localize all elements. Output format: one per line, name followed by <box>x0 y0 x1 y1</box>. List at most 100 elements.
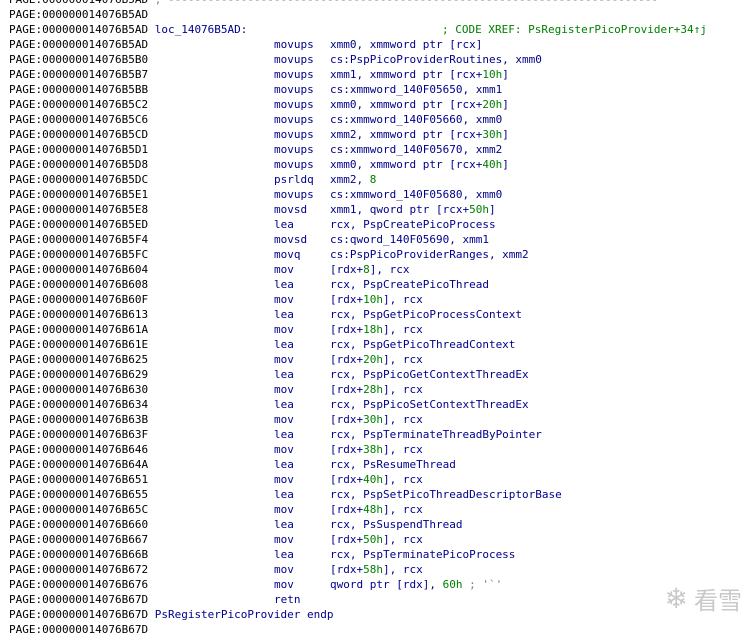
address[interactable]: PAGE:000000014076B65C <box>9 503 148 516</box>
operands[interactable]: rcx, PspTerminateThreadByPointer <box>330 427 542 442</box>
operands[interactable]: rcx, PspGetPicoProcessContext <box>330 307 522 322</box>
address[interactable]: PAGE:000000014076B61A <box>9 323 148 336</box>
address[interactable]: PAGE:000000014076B604 <box>9 263 148 276</box>
operands[interactable]: [rdx+58h], rcx <box>330 562 423 577</box>
operands[interactable]: [rdx+50h], rcx <box>330 532 423 547</box>
operands[interactable]: cs:xmmword_140F05660, xmm0 <box>330 112 502 127</box>
listing-line[interactable]: PAGE:000000014076B5ED lea rcx, PspCreatePi… <box>9 217 754 232</box>
operands[interactable]: rcx, PspCreatePicoThread <box>330 277 489 292</box>
operands[interactable]: cs:xmmword_140F05680, xmm0 <box>330 187 502 202</box>
address[interactable]: PAGE:000000014076B672 <box>9 563 148 576</box>
address[interactable]: PAGE:000000014076B5C2 <box>9 98 148 111</box>
listing-line[interactable]: PAGE:000000014076B667 mov [rdx+50h], rcx <box>9 532 754 547</box>
listing-line[interactable]: PAGE:000000014076B613 lea rcx, PspGetPicoP… <box>9 307 754 322</box>
listing-line[interactable]: PAGE:000000014076B66B lea rcx, PspTerminat… <box>9 547 754 562</box>
operands[interactable]: xmm0, xmmword ptr [rcx] <box>330 37 482 52</box>
listing-line[interactable]: PAGE:000000014076B660 lea rcx, PsSuspendTh… <box>9 517 754 532</box>
address[interactable]: PAGE:000000014076B608 <box>9 278 148 291</box>
listing-line[interactable]: PAGE:000000014076B5D1 movups cs:xmmword_14… <box>9 142 754 157</box>
address[interactable]: PAGE:000000014076B630 <box>9 383 148 396</box>
operands[interactable]: xmm0, xmmword ptr [rcx+20h] <box>330 97 509 112</box>
address[interactable]: PAGE:000000014076B5F4 <box>9 233 148 246</box>
operands[interactable]: [rdx+38h], rcx <box>330 442 423 457</box>
operands[interactable]: [rdx+20h], rcx <box>330 352 423 367</box>
address[interactable]: PAGE:000000014076B5CD <box>9 128 148 141</box>
listing-line[interactable]: PAGE:000000014076B67D PsRegisterPicoProv… <box>9 607 754 622</box>
address[interactable]: PAGE:000000014076B667 <box>9 533 148 546</box>
listing-line[interactable]: PAGE:000000014076B655 lea rcx, PspSetPicoT… <box>9 487 754 502</box>
operands[interactable]: cs:PspPicoProviderRoutines, xmm0 <box>330 52 542 67</box>
address[interactable]: PAGE:000000014076B5ED <box>9 218 148 231</box>
operands[interactable]: [rdx+18h], rcx <box>330 322 423 337</box>
operands[interactable]: [rdx+48h], rcx <box>330 502 423 517</box>
listing-line[interactable]: PAGE:000000014076B608 lea rcx, PspCreatePi… <box>9 277 754 292</box>
operands[interactable]: xmm1, qword ptr [rcx+50h] <box>330 202 496 217</box>
address[interactable]: PAGE:000000014076B5AD <box>9 8 148 21</box>
listing-line[interactable]: PAGE:000000014076B61A mov [rdx+18h], rcx <box>9 322 754 337</box>
listing-line[interactable]: PAGE:000000014076B5E8 movsd xmm1, qword pt… <box>9 202 754 217</box>
listing-line[interactable]: PAGE:000000014076B5AD loc_14076B5AD: ; CO… <box>9 22 754 37</box>
operands[interactable]: [rdx+8], rcx <box>330 262 410 277</box>
address[interactable]: PAGE:000000014076B5BB <box>9 83 148 96</box>
address[interactable]: PAGE:000000014076B5D8 <box>9 158 148 171</box>
operands[interactable]: rcx, PspPicoSetContextThreadEx <box>330 397 529 412</box>
listing-line[interactable]: PAGE:000000014076B5B7 movups xmm1, xmmword… <box>9 67 754 82</box>
address[interactable]: PAGE:000000014076B5AD <box>9 23 148 36</box>
address[interactable]: PAGE:000000014076B5AD <box>9 0 148 6</box>
operands[interactable]: [rdx+40h], rcx <box>330 472 423 487</box>
listing-line[interactable]: PAGE:000000014076B629 lea rcx, PspPicoGetC… <box>9 367 754 382</box>
operands[interactable]: rcx, PspCreatePicoProcess <box>330 217 496 232</box>
address[interactable]: PAGE:000000014076B5B7 <box>9 68 148 81</box>
listing-line[interactable]: PAGE:000000014076B60F mov [rdx+10h], rcx <box>9 292 754 307</box>
operands[interactable]: [rdx+28h], rcx <box>330 382 423 397</box>
listing-line[interactable]: PAGE:000000014076B5C6 movups cs:xmmword_14… <box>9 112 754 127</box>
listing-line[interactable]: PAGE:000000014076B676 mov qword ptr [rdx],… <box>9 577 754 592</box>
address[interactable]: PAGE:000000014076B5E1 <box>9 188 148 201</box>
address[interactable]: PAGE:000000014076B61E <box>9 338 148 351</box>
listing-line[interactable]: PAGE:000000014076B5E1 movups cs:xmmword_14… <box>9 187 754 202</box>
address[interactable]: PAGE:000000014076B676 <box>9 578 148 591</box>
address[interactable]: PAGE:000000014076B60F <box>9 293 148 306</box>
operands[interactable]: [rdx+10h], rcx <box>330 292 423 307</box>
address[interactable]: PAGE:000000014076B64A <box>9 458 148 471</box>
listing-line[interactable]: PAGE:000000014076B65C mov [rdx+48h], rcx <box>9 502 754 517</box>
listing-line[interactable]: PAGE:000000014076B64A lea rcx, PsResumeThr… <box>9 457 754 472</box>
address[interactable]: PAGE:000000014076B613 <box>9 308 148 321</box>
listing-line[interactable]: PAGE:000000014076B630 mov [rdx+28h], rcx <box>9 382 754 397</box>
operands[interactable]: rcx, PspTerminatePicoProcess <box>330 547 515 562</box>
listing-line[interactable]: PAGE:000000014076B5F4 movsd cs:qword_140F0… <box>9 232 754 247</box>
listing-line[interactable]: PAGE:000000014076B67D retn <box>9 592 754 607</box>
listing-line[interactable]: PAGE:000000014076B5AD ; ----------------… <box>9 0 754 7</box>
listing-line[interactable]: PAGE:000000014076B67D <box>9 622 754 637</box>
operands[interactable]: cs:xmmword_140F05650, xmm1 <box>330 82 502 97</box>
operands[interactable]: rcx, PsSuspendThread <box>330 517 462 532</box>
address[interactable]: PAGE:000000014076B651 <box>9 473 148 486</box>
operands[interactable]: rcx, PspGetPicoThreadContext <box>330 337 515 352</box>
address[interactable]: PAGE:000000014076B5B0 <box>9 53 148 66</box>
address[interactable]: PAGE:000000014076B5E8 <box>9 203 148 216</box>
address[interactable]: PAGE:000000014076B67D <box>9 623 148 636</box>
operands[interactable]: qword ptr [rdx], 60h ; '`' <box>330 577 502 592</box>
address[interactable]: PAGE:000000014076B67D <box>9 593 148 606</box>
listing-line[interactable]: PAGE:000000014076B5DC psrldq xmm2, 8 <box>9 172 754 187</box>
address[interactable]: PAGE:000000014076B67D <box>9 608 148 621</box>
listing-line[interactable]: PAGE:000000014076B625 mov [rdx+20h], rcx <box>9 352 754 367</box>
operands[interactable]: cs:xmmword_140F05670, xmm2 <box>330 142 502 157</box>
address[interactable]: PAGE:000000014076B646 <box>9 443 148 456</box>
operands[interactable]: xmm2, 8 <box>330 172 376 187</box>
operands[interactable]: cs:PspPicoProviderRanges, xmm2 <box>330 247 529 262</box>
listing-line[interactable]: PAGE:000000014076B5AD movups xmm0, xmmword… <box>9 37 754 52</box>
operands[interactable]: cs:qword_140F05690, xmm1 <box>330 232 489 247</box>
listing-line[interactable]: PAGE:000000014076B5CD movups xmm2, xmmword… <box>9 127 754 142</box>
listing-line[interactable]: PAGE:000000014076B5B0 movups cs:PspPicoPro… <box>9 52 754 67</box>
address[interactable]: PAGE:000000014076B629 <box>9 368 148 381</box>
operands[interactable]: rcx, PspSetPicoThreadDescriptorBase <box>330 487 562 502</box>
operands[interactable]: rcx, PspPicoGetContextThreadEx <box>330 367 529 382</box>
disassembly-listing[interactable]: PAGE:000000014076B5AD ; ----------------… <box>9 0 754 637</box>
operands[interactable]: xmm1, xmmword ptr [rcx+10h] <box>330 67 509 82</box>
listing-line[interactable]: PAGE:000000014076B61E lea rcx, PspGetPicoT… <box>9 337 754 352</box>
address[interactable]: PAGE:000000014076B66B <box>9 548 148 561</box>
address[interactable]: PAGE:000000014076B63F <box>9 428 148 441</box>
listing-line[interactable]: PAGE:000000014076B5FC movq cs:PspPicoProvi… <box>9 247 754 262</box>
address[interactable]: PAGE:000000014076B5AD <box>9 38 148 51</box>
